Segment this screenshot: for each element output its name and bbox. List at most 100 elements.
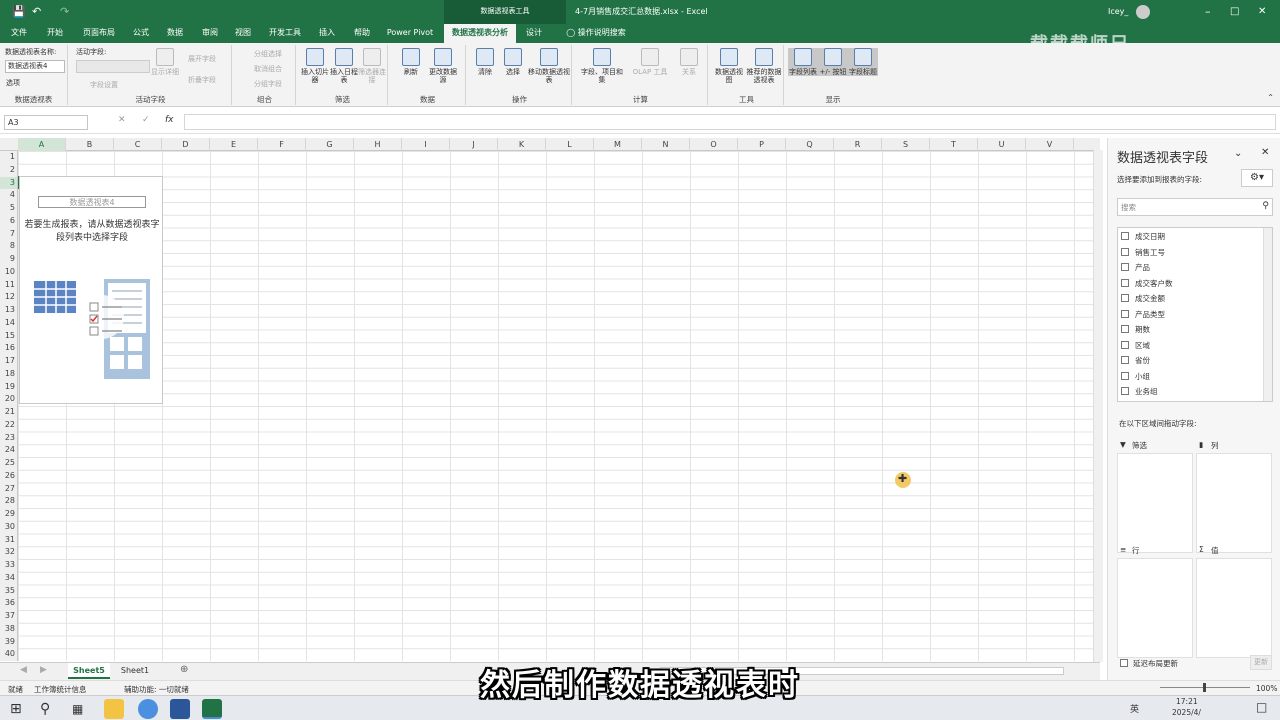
column-header-h[interactable]: H: [354, 138, 402, 151]
vertical-scrollbar[interactable]: [1093, 150, 1103, 662]
column-header-v[interactable]: V: [1026, 138, 1074, 151]
drill-down-button[interactable]: 显示详细: [150, 48, 180, 76]
row-header-27[interactable]: 27: [0, 483, 17, 496]
column-header-s[interactable]: S: [882, 138, 930, 151]
row-header-4[interactable]: 4: [0, 189, 17, 202]
user-name[interactable]: Icey_: [1108, 0, 1128, 24]
close-icon[interactable]: ✕: [1261, 147, 1269, 158]
field-checkbox[interactable]: [1121, 371, 1129, 380]
field-checkbox[interactable]: [1121, 294, 1129, 302]
field-checkbox[interactable]: [1121, 325, 1129, 333]
collapse-field-button[interactable]: 折叠字段: [188, 75, 216, 85]
filter-connections-button[interactable]: 筛选器连接: [357, 48, 387, 84]
avatar[interactable]: [1136, 5, 1150, 19]
field-item[interactable]: 成交客户数: [1118, 276, 1272, 292]
column-header-q[interactable]: Q: [786, 138, 834, 151]
fx-icon[interactable]: fx: [165, 115, 174, 125]
column-header-u[interactable]: U: [978, 138, 1026, 151]
row-header-22[interactable]: 22: [0, 419, 17, 432]
row-header-30[interactable]: 30: [0, 521, 17, 534]
tab-home[interactable]: 开始: [40, 24, 70, 43]
row-header-10[interactable]: 10: [0, 266, 17, 279]
field-checkbox[interactable]: [1121, 263, 1129, 271]
undo-icon[interactable]: ↶: [32, 0, 41, 24]
restore-icon[interactable]: □: [1230, 0, 1239, 24]
field-list-scrollbar[interactable]: [1263, 228, 1272, 401]
pivotchart-button[interactable]: 数据透视图: [714, 48, 744, 84]
tab-power-pivot[interactable]: Power Pivot: [383, 24, 437, 43]
row-header-12[interactable]: 12: [0, 291, 17, 304]
search-input[interactable]: 搜索 ⚲: [1117, 198, 1273, 216]
column-header-g[interactable]: G: [306, 138, 354, 151]
tab-help[interactable]: 帮助: [347, 24, 377, 43]
row-header-36[interactable]: 36: [0, 597, 17, 610]
gear-icon[interactable]: ⚙▾: [1241, 169, 1273, 187]
field-checkbox[interactable]: [1121, 340, 1129, 349]
field-checkbox[interactable]: [1121, 309, 1129, 318]
row-header-33[interactable]: 33: [0, 559, 17, 572]
recommended-pivot-button[interactable]: 推荐的数据透视表: [746, 48, 782, 84]
field-item[interactable]: 销售工号: [1118, 245, 1272, 261]
column-header-b[interactable]: B: [66, 138, 114, 151]
field-item[interactable]: 产品类型: [1118, 307, 1272, 323]
tab-insert[interactable]: 插入: [312, 24, 342, 43]
insert-timeline-button[interactable]: 插入日程表: [329, 48, 359, 84]
row-header-37[interactable]: 37: [0, 610, 17, 623]
column-header-k[interactable]: K: [498, 138, 546, 151]
column-header-l[interactable]: L: [546, 138, 594, 151]
columns-area[interactable]: [1196, 453, 1272, 553]
field-checkbox[interactable]: [1121, 232, 1129, 240]
field-headers-button[interactable]: 字段标题: [848, 48, 878, 76]
field-item[interactable]: 期数: [1118, 322, 1272, 338]
values-area[interactable]: [1196, 558, 1272, 658]
column-header-o[interactable]: O: [690, 138, 738, 151]
minimize-icon[interactable]: –: [1205, 0, 1211, 24]
column-header-n[interactable]: N: [642, 138, 690, 151]
chevron-down-icon[interactable]: ⌄: [1234, 148, 1242, 159]
save-icon[interactable]: 💾: [12, 0, 26, 24]
row-header-29[interactable]: 29: [0, 508, 17, 521]
column-header-j[interactable]: J: [450, 138, 498, 151]
row-header-18[interactable]: 18: [0, 368, 17, 381]
tab-view[interactable]: 视图: [229, 24, 257, 43]
field-checkbox[interactable]: [1121, 278, 1129, 287]
clock-date[interactable]: 2025/4/: [1172, 708, 1201, 717]
change-source-button[interactable]: 更改数据源: [428, 48, 458, 84]
enter-icon[interactable]: ✓: [142, 115, 150, 125]
column-header-m[interactable]: M: [594, 138, 642, 151]
row-header-7[interactable]: 7: [0, 228, 17, 241]
row-header-6[interactable]: 6: [0, 215, 17, 228]
field-checkbox[interactable]: [1121, 247, 1129, 256]
rows-area[interactable]: [1117, 558, 1193, 658]
row-header-35[interactable]: 35: [0, 585, 17, 598]
column-header-c[interactable]: C: [114, 138, 162, 151]
row-header-15[interactable]: 15: [0, 330, 17, 343]
refresh-button[interactable]: 刷新: [396, 48, 426, 76]
redo-icon[interactable]: ↷: [60, 0, 69, 24]
row-header-26[interactable]: 26: [0, 470, 17, 483]
tab-formulas[interactable]: 公式: [128, 24, 154, 43]
row-header-11[interactable]: 11: [0, 279, 17, 292]
plus-minus-buttons-button[interactable]: +/- 按钮: [818, 48, 848, 76]
field-item[interactable]: 产品: [1118, 260, 1272, 276]
row-header-23[interactable]: 23: [0, 432, 17, 445]
tab-page-layout[interactable]: 页面布局: [76, 24, 122, 43]
column-header-e[interactable]: E: [210, 138, 258, 151]
pivot-placeholder[interactable]: 数据透视表4 若要生成报表，请从数据透视表字段列表中选择字段: [19, 176, 163, 404]
row-header-21[interactable]: 21: [0, 406, 17, 419]
row-header-14[interactable]: 14: [0, 317, 17, 330]
pivot-name-input[interactable]: 数据透视表4: [5, 60, 65, 73]
field-list-button[interactable]: 字段列表: [788, 48, 818, 76]
cancel-icon[interactable]: ✕: [118, 115, 126, 125]
tab-file[interactable]: 文件: [4, 24, 34, 43]
cell-area[interactable]: [18, 151, 1100, 661]
field-checkbox[interactable]: [1121, 356, 1129, 364]
column-header-t[interactable]: T: [930, 138, 978, 151]
select-button[interactable]: 选择: [498, 48, 528, 76]
field-item[interactable]: 小组: [1118, 369, 1272, 385]
field-item[interactable]: 区域: [1118, 338, 1272, 354]
row-header-34[interactable]: 34: [0, 572, 17, 585]
column-header-a[interactable]: A: [18, 138, 66, 151]
olap-tools-button[interactable]: OLAP 工具: [630, 48, 670, 76]
field-item[interactable]: 省份: [1118, 353, 1272, 369]
